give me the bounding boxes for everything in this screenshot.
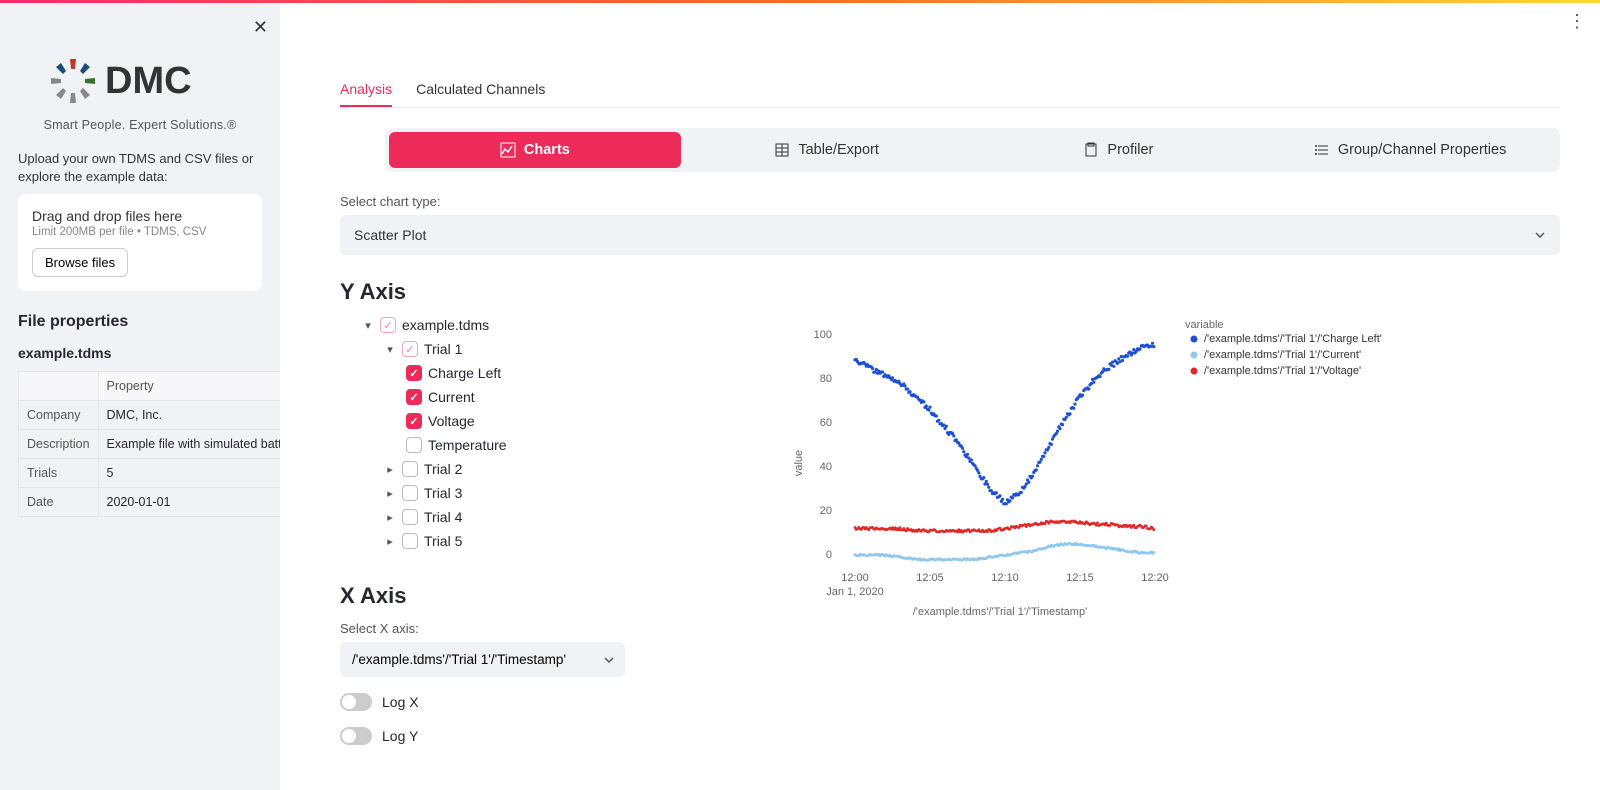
chevron-down-icon[interactable]: ▾ — [384, 343, 396, 356]
list-icon — [1314, 142, 1330, 158]
xaxis-heading: X Axis — [340, 583, 620, 609]
svg-text:20: 20 — [820, 505, 832, 517]
clipboard-icon — [1083, 142, 1099, 158]
close-sidebar-icon[interactable]: ✕ — [253, 18, 268, 36]
file-dropzone[interactable]: Drag and drop files here Limit 200MB per… — [18, 194, 262, 291]
chevron-down-icon[interactable]: ▾ — [362, 319, 374, 332]
chevron-right-icon[interactable]: ▸ — [384, 511, 396, 524]
tab-calculated-channels[interactable]: Calculated Channels — [416, 81, 545, 107]
checkbox-voltage[interactable] — [406, 413, 422, 429]
svg-text:/'example.tdms'/'Trial 1'/'Tim: /'example.tdms'/'Trial 1'/'Timestamp' — [913, 606, 1087, 618]
channel-tree: ▾ example.tdms ▾ Trial 1 Charge Left — [340, 313, 620, 553]
checkbox-trial4[interactable] — [402, 509, 418, 525]
chevron-right-icon[interactable]: ▸ — [384, 463, 396, 476]
chevron-right-icon[interactable]: ▸ — [384, 487, 396, 500]
sub-tabs: Charts Table/Export Profiler Group/Chann… — [385, 128, 1560, 172]
menu-kebab-icon[interactable]: ⋮ — [1568, 11, 1586, 32]
tree-node-trial[interactable]: ▸ Trial 4 — [340, 505, 620, 529]
svg-text:12:00: 12:00 — [841, 572, 869, 584]
yaxis-heading: Y Axis — [340, 279, 1560, 305]
subtab-profiler[interactable]: Profiler — [973, 132, 1265, 168]
svg-text:12:15: 12:15 — [1066, 572, 1094, 584]
table-row: Trials5 — [19, 459, 281, 488]
main-content: ⋮ Analysis Calculated Channels Charts Ta… — [280, 3, 1600, 790]
svg-text:60: 60 — [820, 417, 832, 429]
checkbox-trial3[interactable] — [402, 485, 418, 501]
tree-node-channel[interactable]: Temperature — [340, 433, 620, 457]
svg-text:/'example.tdms'/'Trial 1'/'Cha: /'example.tdms'/'Trial 1'/'Charge Left' — [1204, 333, 1382, 345]
logy-toggle-row: Log Y — [340, 727, 620, 745]
top-tabs: Analysis Calculated Channels — [340, 81, 1560, 108]
svg-text:/'example.tdms'/'Trial 1'/'Vol: /'example.tdms'/'Trial 1'/'Voltage' — [1204, 365, 1361, 377]
tree-node-channel[interactable]: Charge Left — [340, 361, 620, 385]
svg-text:DMC: DMC — [105, 60, 192, 102]
scatter-plot[interactable]: value 0 20 40 60 80 100 12:00 12:05 1 — [660, 313, 1560, 623]
chart-area: value 0 20 40 60 80 100 12:00 12:05 1 — [660, 313, 1560, 745]
checkbox-charge-left[interactable] — [406, 365, 422, 381]
dropzone-title: Drag and drop files here — [32, 208, 248, 224]
checkbox-current[interactable] — [406, 389, 422, 405]
prop-header: Property — [98, 372, 280, 401]
table-row: DescriptionExample file with simulated b… — [19, 430, 281, 459]
svg-text:100: 100 — [814, 329, 832, 341]
subtab-table-export[interactable]: Table/Export — [681, 132, 973, 168]
file-properties-heading: File properties — [18, 313, 262, 331]
table-row: Date2020-01-01 — [19, 488, 281, 517]
checkbox-trial2[interactable] — [402, 461, 418, 477]
logy-toggle[interactable] — [340, 727, 372, 745]
table-icon — [774, 142, 790, 158]
svg-text:Jan 1, 2020: Jan 1, 2020 — [826, 586, 884, 598]
svg-text:12:20: 12:20 — [1141, 572, 1169, 584]
chevron-right-icon[interactable]: ▸ — [384, 535, 396, 548]
table-row: CompanyDMC, Inc. — [19, 401, 281, 430]
svg-text:80: 80 — [820, 373, 832, 385]
upload-prompt: Upload your own TDMS and CSV files or ex… — [18, 150, 262, 186]
svg-text:/'example.tdms'/'Trial 1'/'Cur: /'example.tdms'/'Trial 1'/'Current' — [1204, 349, 1361, 361]
svg-text:12:10: 12:10 — [991, 572, 1019, 584]
checkbox-trial5[interactable] — [402, 533, 418, 549]
sidebar: ✕ DMC Smart People. Expert Solutions.® U… — [0, 3, 280, 790]
subtab-group-channel-properties[interactable]: Group/Channel Properties — [1264, 132, 1556, 168]
dropzone-limit: Limit 200MB per file • TDMS, CSV — [32, 226, 248, 238]
svg-text:0: 0 — [826, 549, 832, 561]
tree-node-channel[interactable]: Current — [340, 385, 620, 409]
svg-text:12:05: 12:05 — [916, 572, 944, 584]
tab-analysis[interactable]: Analysis — [340, 81, 392, 107]
tree-node-file[interactable]: ▾ example.tdms — [340, 313, 620, 337]
tree-node-trial[interactable]: ▸ Trial 5 — [340, 529, 620, 553]
chart-type-select[interactable]: Scatter Plot — [340, 215, 1560, 255]
svg-text:variable: variable — [1185, 319, 1224, 331]
tree-node-trial[interactable]: ▸ Trial 3 — [340, 481, 620, 505]
checkbox-file[interactable] — [380, 317, 396, 333]
chart-line-icon — [500, 142, 516, 158]
file-name: example.tdms — [18, 345, 262, 361]
browse-files-button[interactable]: Browse files — [32, 248, 128, 277]
chart-type-label: Select chart type: — [340, 194, 1560, 209]
checkbox-trial1[interactable] — [402, 341, 418, 357]
checkbox-temperature[interactable] — [406, 437, 422, 453]
brand-logo: DMC Smart People. Expert Solutions.® — [18, 51, 262, 132]
brand-tagline: Smart People. Expert Solutions.® — [18, 118, 262, 132]
tree-node-trial[interactable]: ▸ Trial 2 — [340, 457, 620, 481]
xaxis-label: Select X axis: — [340, 621, 620, 636]
tree-node-channel[interactable]: Voltage — [340, 409, 620, 433]
svg-text:40: 40 — [820, 461, 832, 473]
svg-text:value: value — [793, 450, 805, 476]
logx-toggle[interactable] — [340, 693, 372, 711]
subtab-charts[interactable]: Charts — [389, 132, 681, 168]
logx-toggle-row: Log X — [340, 693, 620, 711]
tree-node-trial1[interactable]: ▾ Trial 1 — [340, 337, 620, 361]
file-properties-table: Property CompanyDMC, Inc. DescriptionExa… — [18, 371, 280, 517]
xaxis-select[interactable]: /'example.tdms'/'Trial 1'/'Timestamp' — [340, 642, 625, 677]
